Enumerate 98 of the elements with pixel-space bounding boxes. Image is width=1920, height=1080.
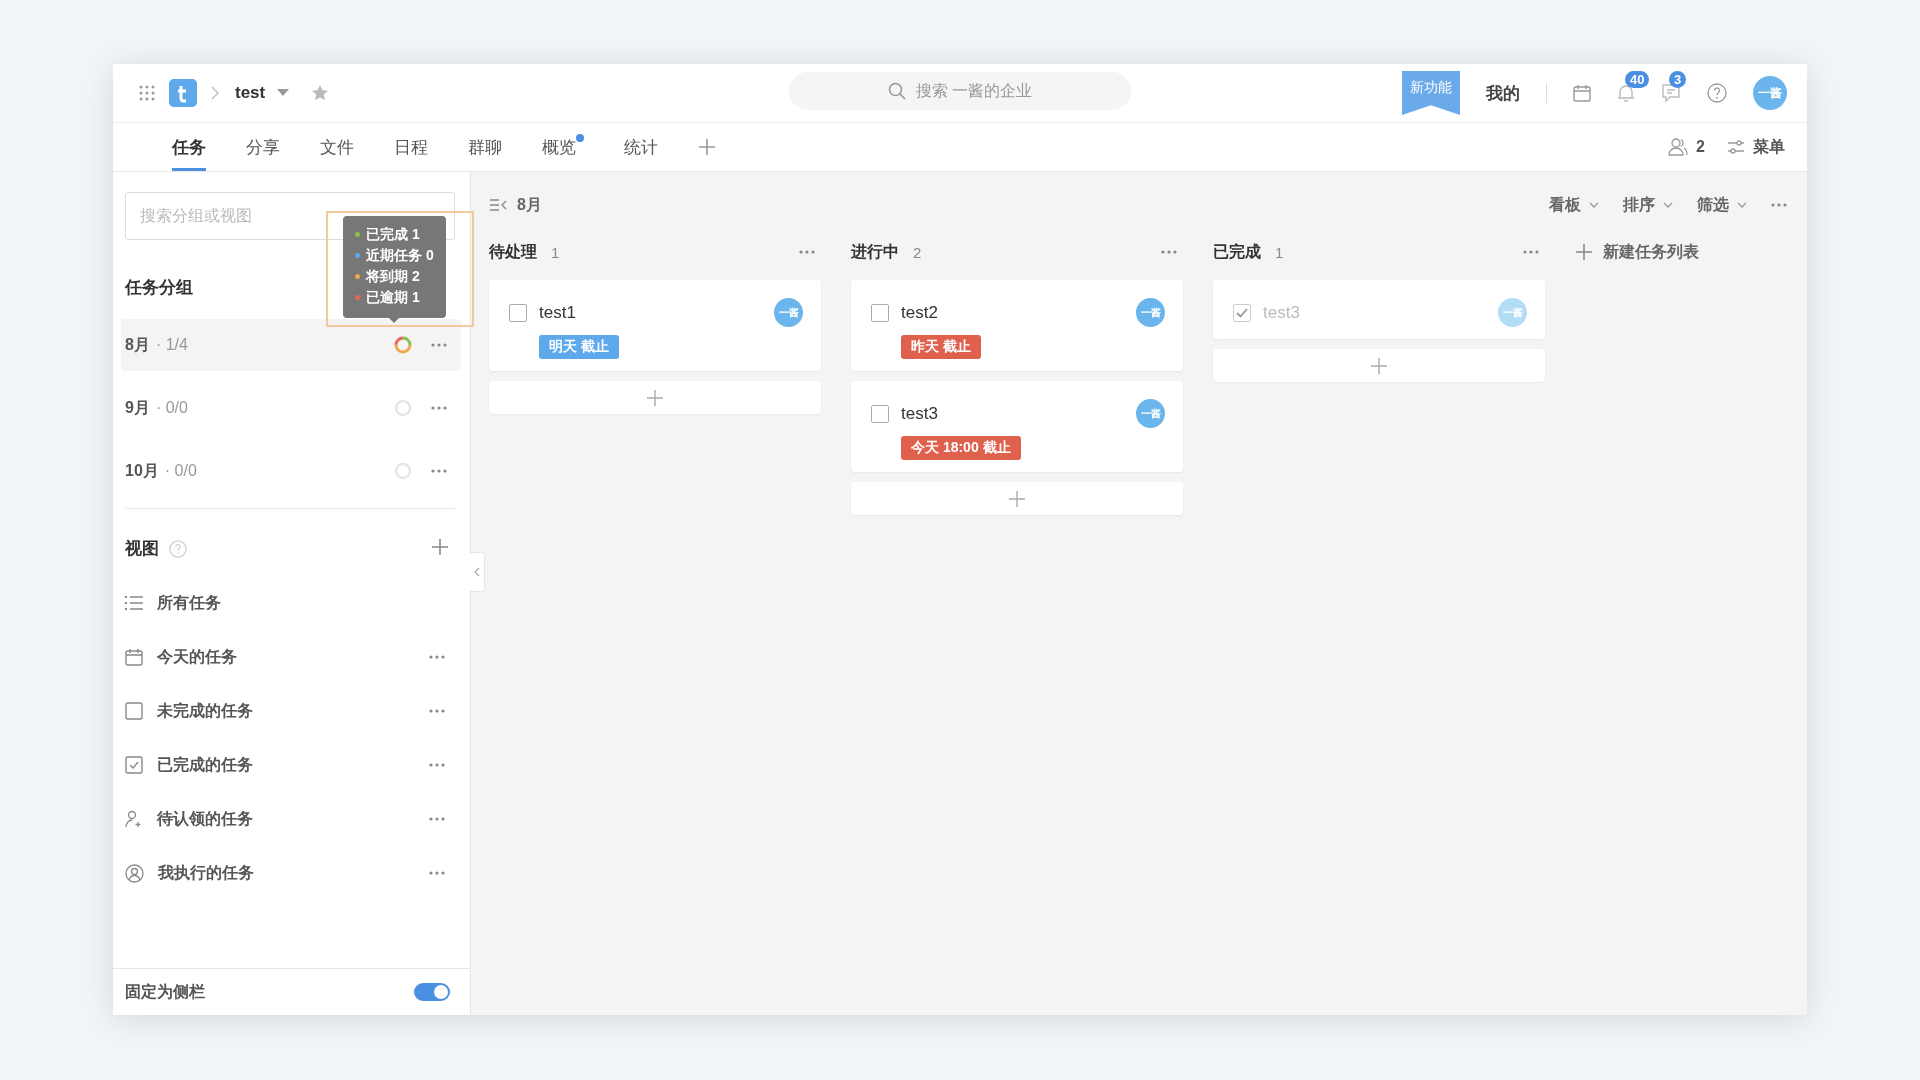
more-icon[interactable]	[429, 655, 445, 659]
chat-icon[interactable]	[1661, 83, 1681, 103]
help-icon[interactable]	[1707, 83, 1727, 103]
nav-tab[interactable]: 概览	[542, 123, 584, 171]
task-title: test1	[539, 302, 576, 323]
task-checkbox[interactable]	[871, 303, 889, 322]
chevron-down-icon	[1737, 202, 1747, 208]
column-count: 1	[551, 243, 560, 261]
more-icon[interactable]	[799, 250, 815, 254]
more-icon[interactable]	[431, 343, 447, 347]
task-checkbox[interactable]	[1233, 303, 1251, 322]
section-title: 视图	[125, 538, 159, 560]
group-title: 8月	[517, 194, 542, 215]
section-title: 任务分组	[125, 277, 193, 299]
group-item[interactable]: 10月 · 0/0	[121, 445, 461, 497]
chevron-down-icon	[1663, 202, 1673, 208]
due-tag: 今天 18:00 截止	[901, 436, 1021, 460]
new-list-button[interactable]: 新建任务列表	[1603, 241, 1699, 263]
nav-tab[interactable]: 统计	[624, 123, 658, 171]
more-icon[interactable]	[429, 709, 445, 713]
bell-icon[interactable]	[1617, 83, 1635, 103]
view-item[interactable]: 所有任务	[157, 592, 221, 614]
apps-grid-icon[interactable]	[139, 85, 155, 101]
add-tab-icon[interactable]	[698, 138, 716, 156]
checkbox-icon	[125, 702, 143, 720]
view-item[interactable]: 我执行的任务	[158, 862, 254, 884]
sliders-icon[interactable]	[1727, 139, 1745, 155]
progress-ring-icon	[393, 461, 413, 481]
group-item[interactable]: 8月 · 1/4	[121, 319, 461, 371]
tooltip-text: 已逾期 1	[366, 288, 420, 307]
calendar-icon	[125, 648, 143, 666]
plus-icon	[646, 388, 664, 407]
view-item[interactable]: 未完成的任务	[157, 700, 253, 722]
column-title: 待处理	[489, 241, 537, 262]
plus-icon	[1008, 489, 1026, 508]
person-add-icon	[125, 810, 143, 828]
view-item[interactable]: 已完成的任务	[157, 754, 253, 776]
checked-box-icon	[125, 756, 143, 774]
view-dropdown[interactable]: 筛选	[1697, 194, 1747, 216]
add-view-icon[interactable]	[431, 537, 449, 556]
more-icon[interactable]	[429, 871, 445, 875]
view-item[interactable]: 今天的任务	[157, 646, 237, 668]
nav-tab[interactable]: 文件	[320, 123, 354, 171]
more-icon[interactable]	[431, 469, 447, 473]
user-icon	[125, 863, 144, 883]
column-count: 2	[913, 243, 922, 261]
view-item[interactable]: 待认领的任务	[157, 808, 253, 830]
project-name[interactable]: test	[235, 83, 266, 103]
more-icon[interactable]	[1771, 203, 1787, 207]
list-icon	[125, 595, 143, 611]
more-icon[interactable]	[1523, 250, 1539, 254]
pin-toggle[interactable]	[414, 983, 450, 1001]
chevron-down-icon	[1589, 202, 1599, 208]
notification-count: 40	[1625, 71, 1650, 88]
star-icon[interactable]	[311, 84, 330, 102]
group-item[interactable]: 9月 · 0/0	[121, 382, 461, 434]
progress-ring-icon	[393, 398, 413, 418]
menu-button[interactable]: 菜单	[1753, 136, 1785, 158]
column-count: 1	[1275, 243, 1284, 261]
column-title: 进行中	[851, 241, 899, 262]
task-title: test3	[1263, 302, 1300, 323]
tooltip-text: 将到期 2	[366, 267, 420, 286]
calendar-icon[interactable]	[1573, 84, 1591, 102]
view-dropdown[interactable]: 排序	[1623, 194, 1673, 216]
pin-sidebar-label: 固定为侧栏	[125, 981, 205, 1002]
task-card[interactable]: test1 一酱 明天 截止	[489, 280, 821, 371]
task-title: test2	[901, 302, 938, 323]
task-checkbox[interactable]	[871, 404, 889, 423]
collapse-handle[interactable]	[470, 552, 485, 592]
chevron-right-icon	[211, 86, 219, 100]
view-dropdown[interactable]: 看板	[1549, 194, 1599, 216]
app-logo[interactable]	[169, 79, 197, 107]
add-list-icon[interactable]	[1575, 243, 1593, 261]
more-icon[interactable]	[431, 406, 447, 410]
member-count[interactable]: 2	[1696, 138, 1705, 156]
mine-link[interactable]: 我的	[1486, 81, 1520, 105]
collapse-menu-icon[interactable]	[489, 198, 507, 212]
nav-tab[interactable]: 群聊	[468, 123, 502, 171]
message-count: 3	[1669, 71, 1687, 88]
progress-ring-icon	[393, 335, 413, 355]
help-icon[interactable]	[169, 539, 187, 558]
task-checkbox[interactable]	[509, 303, 527, 322]
task-title: test3	[901, 403, 938, 424]
column-title: 已完成	[1213, 241, 1261, 262]
task-card[interactable]: test3 一酱 今天 18:00 截止	[851, 381, 1183, 472]
task-card[interactable]: test2 一酱 昨天 截止	[851, 280, 1183, 371]
plus-icon	[1370, 356, 1388, 375]
due-tag: 明天 截止	[539, 335, 619, 359]
tooltip-text: 近期任务 0	[366, 246, 434, 265]
more-icon[interactable]	[429, 817, 445, 821]
more-icon[interactable]	[1161, 250, 1177, 254]
caret-icon[interactable]	[277, 89, 290, 97]
search-icon	[887, 82, 906, 100]
nav-tab[interactable]: 分享	[246, 123, 280, 171]
more-icon[interactable]	[429, 763, 445, 767]
nav-tab[interactable]: 日程	[394, 123, 428, 171]
due-tag: 昨天 截止	[901, 335, 981, 359]
members-icon[interactable]	[1668, 138, 1689, 156]
